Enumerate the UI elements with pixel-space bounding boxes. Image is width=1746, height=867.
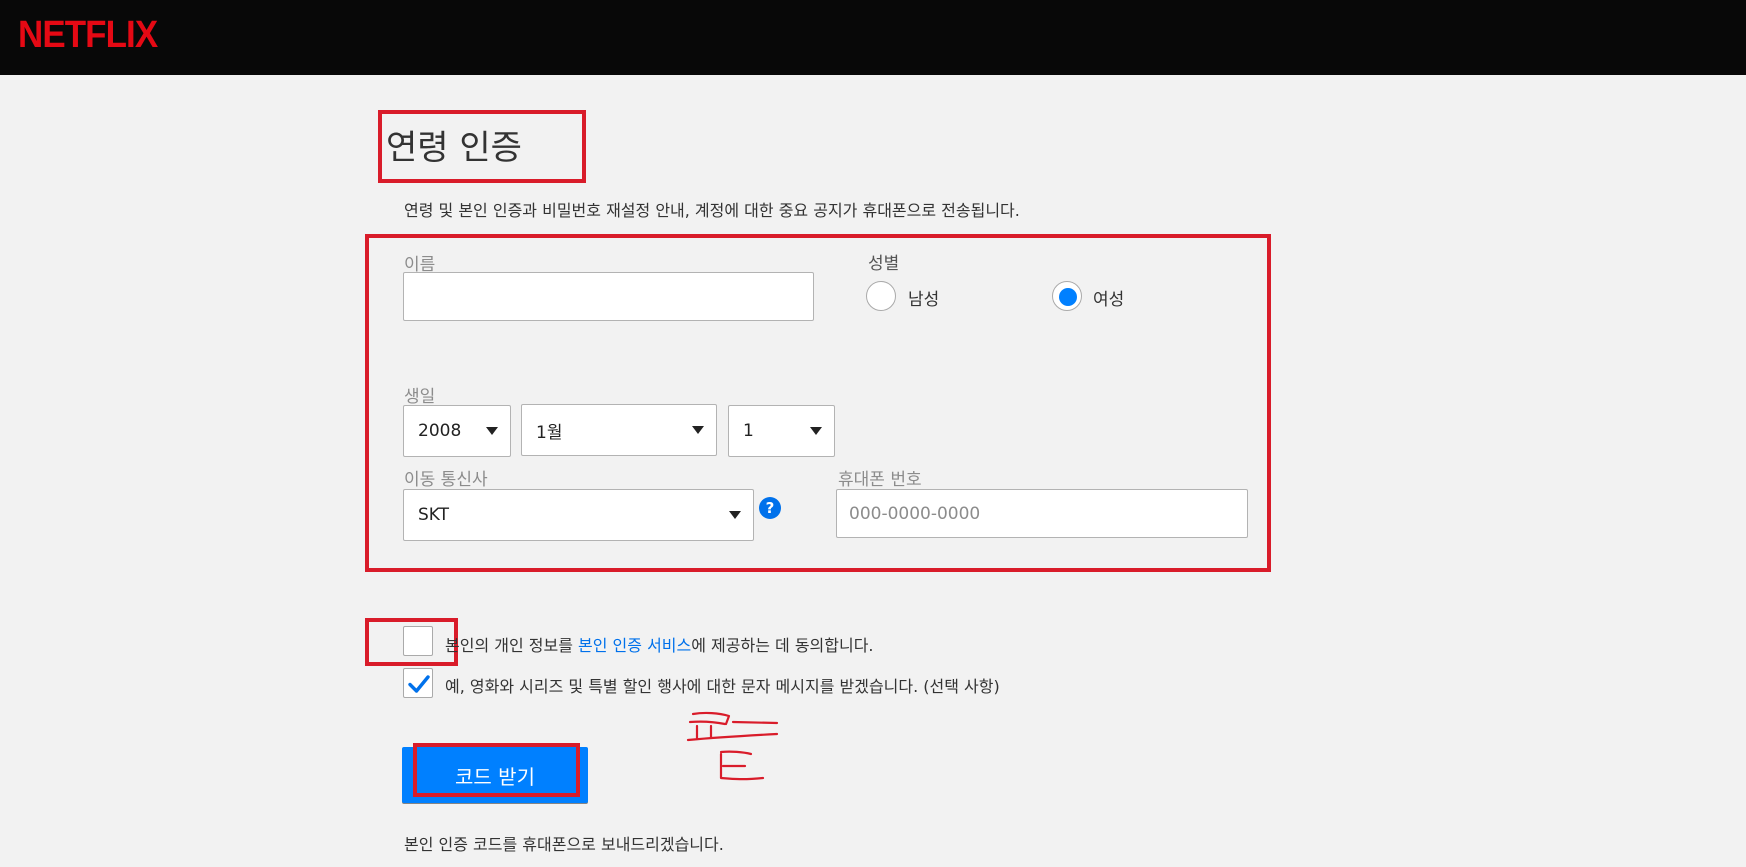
agree-text: 본인의 개인 정보를 본인 인증 서비스에 제공하는 데 동의합니다. <box>445 632 874 656</box>
birth-day-value: 1 <box>743 421 754 441</box>
handwritten-annotation <box>686 711 779 781</box>
chevron-down-icon <box>486 427 498 435</box>
agree-text-prefix: 본인의 개인 정보를 <box>445 636 579 655</box>
netflix-logo[interactable]: NETFLIX <box>18 14 158 57</box>
checkmark-icon <box>408 675 430 693</box>
agree-text-suffix: 에 제공하는 데 동의합니다. <box>691 636 874 655</box>
annotation-box-button <box>413 743 580 797</box>
gender-label-male[interactable]: 남성 <box>908 285 939 310</box>
radio-selected-dot <box>1059 288 1077 306</box>
phone-placeholder: 000-0000-0000 <box>849 503 981 524</box>
name-input[interactable] <box>403 272 814 321</box>
chevron-down-icon <box>729 511 741 519</box>
footnote-text: 본인 인증 코드를 휴대폰으로 보내드리겠습니다. <box>404 835 724 854</box>
gender-label: 성별 <box>868 254 900 274</box>
marketing-checkbox[interactable] <box>403 668 433 698</box>
carrier-select[interactable]: SKT <box>403 489 754 541</box>
top-bar: NETFLIX <box>0 0 1746 75</box>
identity-service-link[interactable]: 본인 인증 서비스 <box>578 636 691 655</box>
chevron-down-icon <box>810 427 822 435</box>
birth-year-select[interactable]: 2008 <box>403 405 511 457</box>
annotation-box-title <box>378 110 586 183</box>
birthday-label: 생일 <box>404 387 436 407</box>
carrier-value: SKT <box>418 505 450 525</box>
phone-label: 휴대폰 번호 <box>838 470 922 490</box>
carrier-label: 이동 통신사 <box>404 470 488 490</box>
birth-month-value: 1월 <box>536 422 563 443</box>
gender-radio-male[interactable] <box>866 281 896 311</box>
birth-month-select[interactable]: 1월 <box>521 404 717 456</box>
chevron-down-icon <box>692 426 704 434</box>
help-icon[interactable]: ? <box>759 497 781 519</box>
gender-label-female[interactable]: 여성 <box>1093 285 1124 310</box>
page-subtitle: 연령 및 본인 인증과 비밀번호 재설정 안내, 계정에 대한 중요 공지가 휴… <box>404 201 1020 220</box>
marketing-text: 예, 영화와 시리즈 및 특별 할인 행사에 대한 문자 메시지를 받겠습니다.… <box>445 677 1000 696</box>
gender-radio-female[interactable] <box>1052 281 1082 311</box>
birth-year-value: 2008 <box>418 421 462 441</box>
phone-input[interactable]: 000-0000-0000 <box>836 489 1248 538</box>
birth-day-select[interactable]: 1 <box>728 405 835 457</box>
